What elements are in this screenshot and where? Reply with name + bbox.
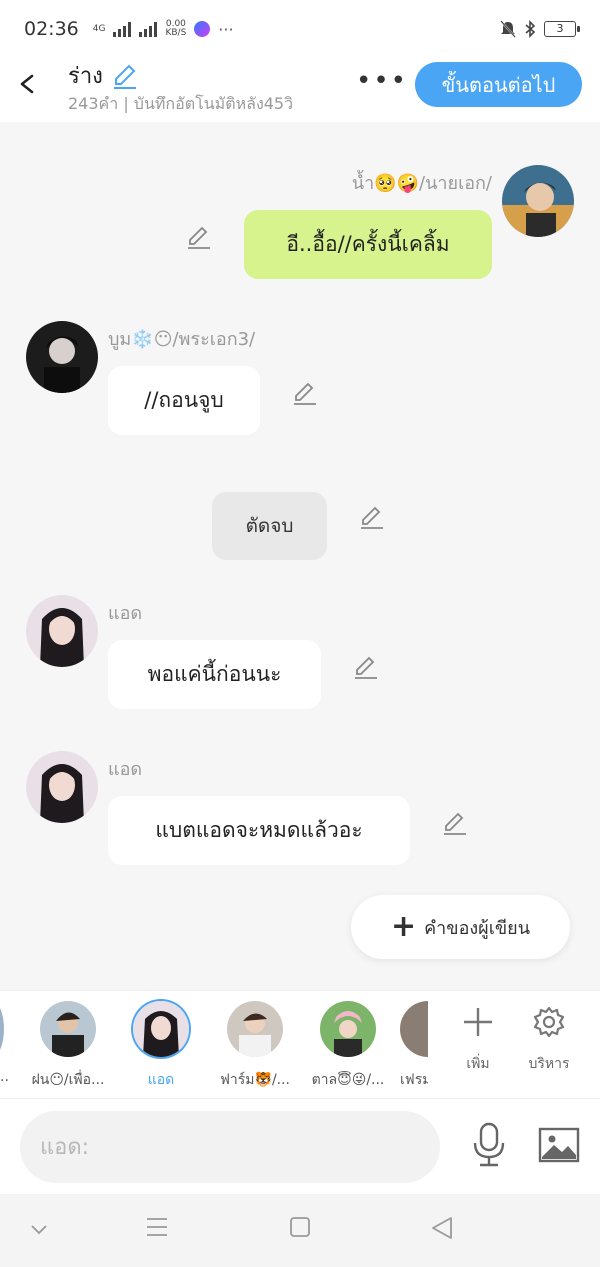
manage-characters-button[interactable]: บริหาร xyxy=(519,1005,579,1075)
character-avatar xyxy=(40,1001,96,1057)
status-bar: 02:36 4G 0.00 KB/S ··· 3 xyxy=(0,0,600,58)
chevron-down-icon[interactable] xyxy=(30,1224,48,1236)
message-bubble[interactable]: //ถอนจูบ xyxy=(108,366,260,435)
character-item-selected[interactable]: แอด xyxy=(113,1001,209,1091)
character-avatar xyxy=(133,1001,189,1057)
message-input-bar xyxy=(0,1098,600,1194)
character-item[interactable]: ฟาร์ม🐯/... xyxy=(207,1001,303,1091)
character-item[interactable]: ตาล😇😜/... xyxy=(300,1001,396,1091)
character-label: ตาล😇😜/... xyxy=(311,1072,385,1088)
bluetooth-icon xyxy=(525,20,536,38)
character-avatar xyxy=(227,1001,283,1057)
mute-bell-icon xyxy=(500,20,516,38)
avatar[interactable] xyxy=(26,595,98,667)
narration-bubble[interactable]: ตัดจบ xyxy=(212,492,327,560)
status-time: 02:36 xyxy=(24,18,79,40)
character-avatar xyxy=(400,1001,428,1057)
character-label-partial: .. xyxy=(0,1069,9,1085)
menu-icon[interactable] xyxy=(145,1216,169,1238)
manage-label: บริหาร xyxy=(528,1056,570,1072)
messenger-icon xyxy=(194,21,211,37)
chat-area: น้ำ🥺🤪/นายเอก/ อี..อื้อ//ครั้งนี้เคลิ้ม บ… xyxy=(0,122,600,990)
character-avatar xyxy=(320,1001,376,1057)
edit-message-icon[interactable] xyxy=(359,504,385,530)
next-step-button[interactable]: ขั้นตอนต่อไป xyxy=(415,62,582,107)
network-indicator: 4G xyxy=(92,23,106,34)
edit-message-icon[interactable] xyxy=(186,224,212,250)
system-nav-bar xyxy=(0,1194,600,1267)
character-item[interactable]: ฝน😶/เพื่อ... xyxy=(20,1001,116,1091)
edit-message-icon[interactable] xyxy=(292,380,318,406)
signal-icon xyxy=(113,21,132,37)
edit-message-icon[interactable] xyxy=(353,654,379,680)
more-options-button[interactable]: ••• xyxy=(356,66,408,96)
character-label: แอด xyxy=(147,1072,175,1088)
battery-icon: 3 xyxy=(544,21,580,37)
avatar[interactable] xyxy=(502,165,574,237)
character-label: ฟาร์ม🐯/... xyxy=(219,1072,291,1088)
plus-icon xyxy=(464,1008,492,1036)
app-header: ร่าง 243คำ | บันทึกอัตโนมัติหลัง45วิ •••… xyxy=(0,58,600,122)
signal-icon-2 xyxy=(139,21,158,37)
edit-message-icon[interactable] xyxy=(442,810,468,836)
back-triangle-icon[interactable] xyxy=(431,1216,453,1240)
word-count-autosave: 243คำ | บันทึกอัตโนมัติหลัง45วิ xyxy=(68,94,294,113)
character-label: เฟรม xyxy=(400,1072,428,1088)
gear-icon xyxy=(533,1006,565,1038)
message-bubble[interactable]: พอแค่นี้ก่อนนะ xyxy=(108,640,321,709)
page-title: ร่าง xyxy=(68,58,139,93)
add-character-button[interactable]: เพิ่ม xyxy=(448,1005,508,1075)
speaker-name: แอด xyxy=(108,759,143,780)
avatar[interactable] xyxy=(26,751,98,823)
message-input[interactable] xyxy=(20,1111,440,1183)
net-speed: 0.00 KB/S xyxy=(165,19,187,38)
speaker-name: แอด xyxy=(108,603,143,624)
speaker-name: บูม❄️😶/พระเอก3/ xyxy=(108,329,256,350)
plus-icon: + xyxy=(390,909,417,944)
avatar[interactable] xyxy=(26,321,98,393)
home-square-icon[interactable] xyxy=(289,1216,311,1238)
microphone-icon[interactable] xyxy=(470,1121,508,1169)
character-label: ฝน😶/เพื่อ... xyxy=(31,1072,105,1088)
status-more: ··· xyxy=(218,19,234,39)
message-bubble[interactable]: แบตแอดจะหมดแล้วอะ xyxy=(108,796,410,865)
message-bubble[interactable]: อี..อื้อ//ครั้งนี้เคลิ้ม xyxy=(244,210,492,279)
edit-title-pencil-icon[interactable] xyxy=(111,62,139,90)
author-note-button[interactable]: + คำของผู้เขียน xyxy=(351,895,570,959)
add-label: เพิ่ม xyxy=(466,1056,490,1072)
speaker-name: น้ำ🥺🤪/นายเอก/ xyxy=(351,173,492,194)
character-avatar-partial[interactable] xyxy=(0,1001,4,1057)
image-icon[interactable] xyxy=(538,1127,580,1163)
character-item[interactable]: เฟรม xyxy=(400,1001,428,1091)
character-selector: .. ฝน😶/เพื่อ... แอด ฟาร์ม🐯/... ตาล😇😜/...… xyxy=(0,990,600,1098)
back-arrow-icon[interactable] xyxy=(16,66,40,102)
